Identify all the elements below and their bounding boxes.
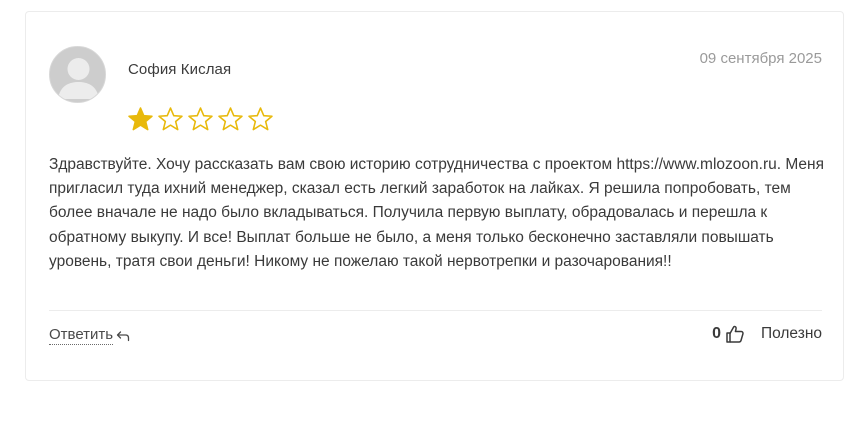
avatar	[49, 46, 106, 103]
divider	[49, 310, 822, 311]
review-date: 09 сентября 2025	[699, 50, 822, 67]
review-text: Здравствуйте. Хочу рассказать вам свою и…	[49, 156, 824, 270]
helpful-block: 0 Полезно	[712, 324, 822, 344]
rating-stars	[127, 106, 274, 133]
user-silhouette-icon	[50, 47, 105, 102]
star-outline-icon	[218, 107, 243, 131]
reply-button[interactable]: Ответить	[49, 325, 130, 345]
review-card: София Кислая 09 сентября 2025 Здравствуй…	[25, 11, 844, 381]
star-outline-icon	[248, 107, 273, 131]
star-outline-icon	[158, 107, 183, 131]
author-name: София Кислая	[128, 61, 232, 78]
helpful-count: 0	[712, 325, 721, 342]
helpful-button[interactable]: Полезно	[761, 325, 822, 343]
thumbs-up-icon[interactable]	[725, 324, 745, 344]
reply-label[interactable]: Ответить	[49, 325, 114, 345]
reply-arrow-icon[interactable]	[116, 330, 130, 342]
star-outline-icon	[188, 107, 213, 131]
star-filled-icon	[128, 107, 153, 131]
